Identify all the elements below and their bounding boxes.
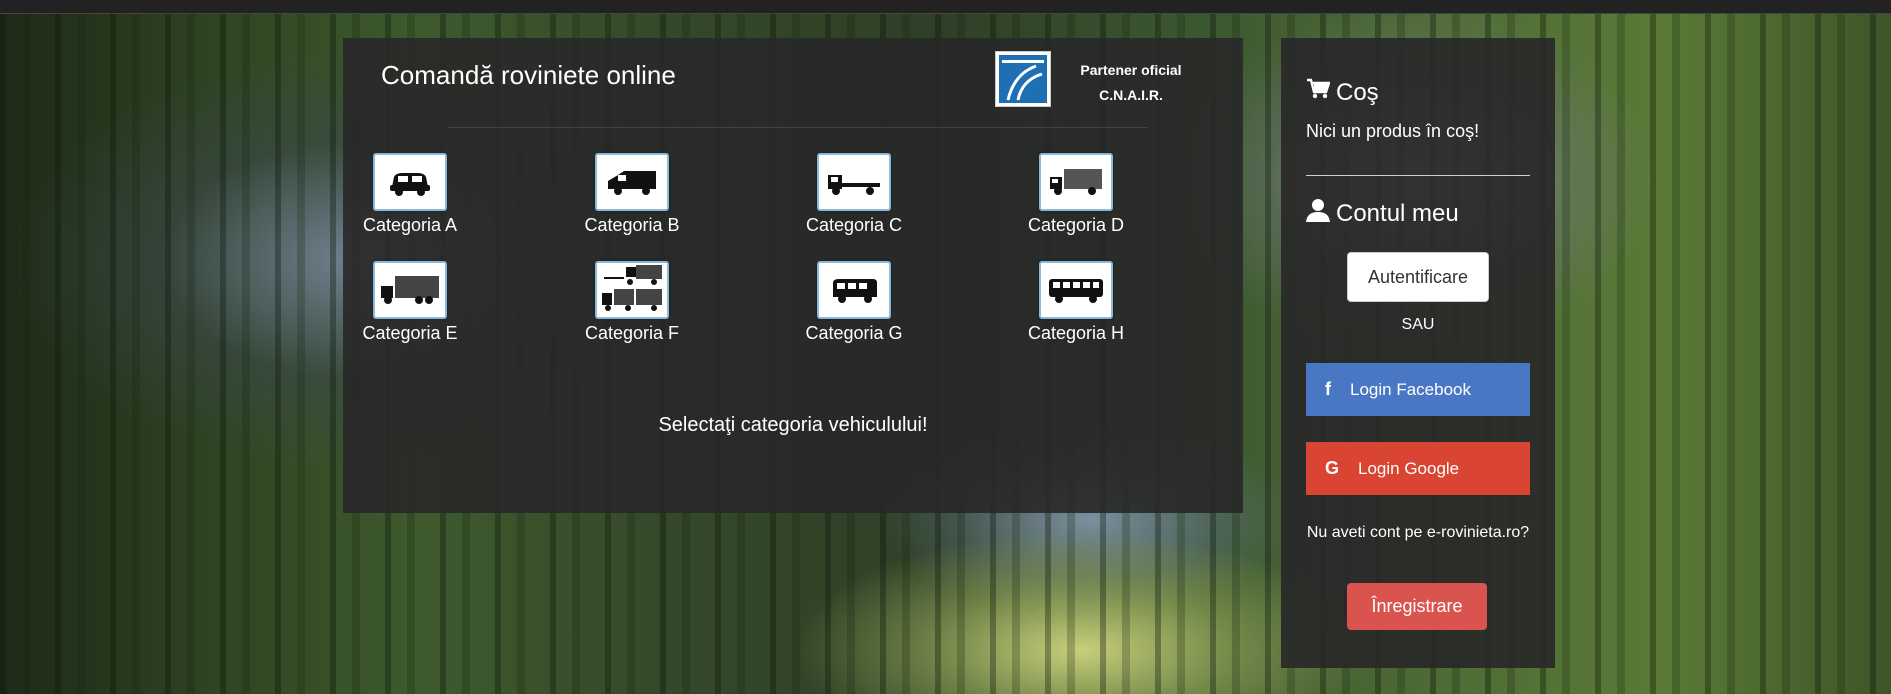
category-d[interactable]: Categoria D: [1006, 153, 1146, 237]
category-a[interactable]: Categoria A: [340, 153, 480, 237]
no-account-text: Nu aveti cont pe e-rovinieta.ro?: [1306, 524, 1530, 541]
facebook-icon: f: [1325, 379, 1331, 399]
sidebar: Coş Nici un produs în coş! Contul meu Au…: [1281, 38, 1555, 668]
register-button[interactable]: Înregistrare: [1347, 583, 1487, 630]
cart-heading: Coş: [1306, 78, 1379, 107]
select-category-message: Selectaţi categoria vehiculului!: [658, 414, 928, 436]
minibus-icon: [817, 261, 891, 319]
partner-line2: C.N.A.I.R.: [1099, 87, 1163, 103]
google-login-label: Login Google: [1358, 458, 1460, 478]
category-label: Categoria H: [1027, 323, 1125, 343]
category-label: Categoria E: [362, 323, 458, 343]
category-label: Categoria A: [362, 215, 458, 235]
partner-line1: Partener oficial: [1080, 62, 1182, 78]
box-truck-icon: [1039, 153, 1113, 211]
van-icon: [595, 153, 669, 211]
cart-empty-text: Nici un produs în coş!: [1306, 121, 1480, 141]
browser-top-bar: [0, 0, 1891, 14]
flatbed-truck-icon: [817, 153, 891, 211]
divider: [1306, 175, 1530, 176]
login-button[interactable]: Autentificare: [1347, 252, 1489, 302]
facebook-login-label: Login Facebook: [1350, 379, 1471, 399]
facebook-login-button[interactable]: f Login Facebook: [1306, 363, 1530, 416]
account-title: Contul meu: [1336, 199, 1459, 227]
cnair-logo-icon: [995, 51, 1051, 107]
category-e[interactable]: Categoria E: [340, 261, 480, 345]
google-login-button[interactable]: G Login Google: [1306, 442, 1530, 495]
car-icon: [373, 153, 447, 211]
large-truck-icon: [373, 261, 447, 319]
category-f[interactable]: Categoria F: [562, 261, 702, 345]
divider: [448, 127, 1148, 128]
page-title: Comandă roviniete online: [381, 60, 676, 90]
category-b[interactable]: Categoria B: [562, 153, 702, 237]
or-separator: SAU: [1401, 316, 1435, 333]
category-label: Categoria F: [584, 323, 680, 343]
category-g[interactable]: Categoria G: [784, 261, 924, 345]
category-label: Categoria B: [584, 215, 680, 235]
partner-badge: Partener oficial C.N.A.I.R.: [1061, 58, 1201, 108]
category-label: Categoria G: [805, 323, 903, 343]
shopping-cart-icon: [1306, 78, 1331, 107]
category-label: Categoria D: [1027, 215, 1125, 235]
truck-trailer-icon: [595, 261, 669, 319]
category-label: Categoria C: [805, 215, 903, 235]
cart-title: Coş: [1336, 78, 1379, 106]
account-heading: Contul meu: [1306, 198, 1459, 229]
category-h[interactable]: Categoria H: [1006, 261, 1146, 345]
order-panel: Comandă roviniete online Partener oficia…: [343, 38, 1243, 513]
google-icon: G: [1324, 458, 1339, 478]
bus-icon: [1039, 261, 1113, 319]
user-icon: [1306, 198, 1330, 229]
category-c[interactable]: Categoria C: [784, 153, 924, 237]
